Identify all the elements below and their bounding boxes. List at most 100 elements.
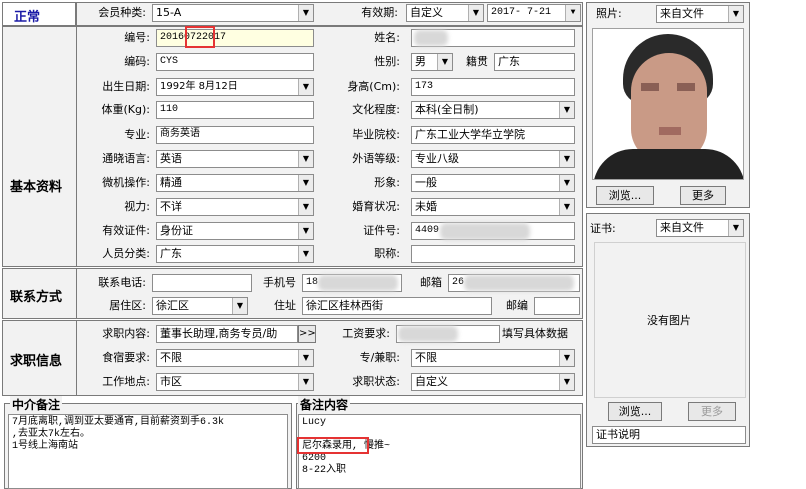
highlight-box: [297, 437, 369, 454]
gender-label: 性别:: [374, 55, 400, 68]
id-type-select[interactable]: 身份证 ▼: [156, 222, 314, 240]
parttime-select[interactable]: 不限 ▼: [411, 349, 575, 367]
location-select[interactable]: 市区 ▼: [156, 373, 314, 391]
food-select[interactable]: 不限 ▼: [156, 349, 314, 367]
phone-label: 联系电话:: [98, 276, 146, 289]
chevron-down-icon: ▼: [298, 374, 313, 390]
agency-note-textarea[interactable]: 7月底离职,调到亚太要通宵,目前薪资到手6.3k ,去亚太7k左右。 1号线上海…: [8, 414, 288, 489]
redaction: [440, 223, 530, 240]
divider: [76, 26, 77, 267]
gender-select[interactable]: 男 ▼: [411, 53, 453, 71]
highlight-box: [185, 26, 215, 48]
job-content-input[interactable]: 董事长助理,商务专员/助: [156, 325, 298, 343]
photo-browse-button[interactable]: 浏览...: [596, 186, 654, 205]
address-input[interactable]: 徐汇区桂林西街: [302, 297, 492, 315]
lang-level-label: 外语等级:: [352, 152, 400, 165]
member-type-select[interactable]: 15-A ▼: [152, 4, 314, 22]
education-select[interactable]: 本科(全日制) ▼: [411, 101, 575, 119]
computer-label: 微机操作:: [102, 176, 150, 189]
language-label: 通晓语言:: [102, 152, 150, 165]
photo-image: [592, 28, 744, 180]
validity-label: 有效期:: [361, 6, 398, 19]
phone-input[interactable]: [152, 274, 252, 292]
number-input[interactable]: 20160722017: [156, 29, 314, 47]
chevron-down-icon: ▼: [298, 246, 313, 262]
chevron-down-icon: ▼: [298, 5, 313, 21]
job-content-label: 求职内容:: [102, 327, 150, 340]
chevron-down-icon: ▼: [298, 350, 313, 366]
job-status-label: 求职状态:: [352, 375, 400, 388]
major-label: 专业:: [124, 128, 150, 141]
cert-description-input[interactable]: 证书说明: [592, 426, 746, 444]
chevron-down-icon: ▼: [728, 6, 743, 22]
language-select[interactable]: 英语 ▼: [156, 150, 314, 168]
vision-select[interactable]: 不详 ▼: [156, 198, 314, 216]
weight-input[interactable]: 110: [156, 101, 314, 119]
chevron-down-icon: ▼: [437, 54, 452, 70]
address-label: 住址: [274, 299, 296, 312]
parttime-label: 专/兼职:: [359, 351, 400, 364]
cert-empty-text: 没有图片: [647, 314, 691, 327]
cert-label: 证书:: [590, 222, 616, 235]
birth-select[interactable]: 1992年 8月12日 ▼: [156, 78, 314, 96]
location-label: 工作地点:: [102, 375, 150, 388]
education-label: 文化程度:: [352, 103, 400, 116]
school-input[interactable]: 广东工业大学华立学院: [411, 126, 575, 144]
photo-label: 照片:: [596, 7, 622, 20]
name-label: 姓名:: [374, 31, 400, 44]
zip-input[interactable]: [534, 297, 580, 315]
salary-label: 工资要求:: [342, 327, 390, 340]
photo-source-select[interactable]: 来自文件 ▼: [656, 5, 744, 23]
chevron-down-icon: ▼: [559, 374, 574, 390]
photo-more-button[interactable]: 更多: [680, 186, 726, 205]
birth-label: 出生日期:: [102, 80, 150, 93]
major-input[interactable]: 商务英语: [156, 126, 314, 144]
title-input[interactable]: [411, 245, 575, 263]
native-label: 籍贯: [466, 55, 488, 68]
image-select[interactable]: 一般 ▼: [411, 174, 575, 192]
marital-select[interactable]: 未婚 ▼: [411, 198, 575, 216]
member-type-label: 会员种类:: [98, 6, 146, 19]
remark-title: 备注内容: [298, 396, 351, 413]
vision-label: 视力:: [124, 200, 150, 213]
weight-label: 体重(Kg):: [101, 103, 151, 116]
native-input[interactable]: 广东: [494, 53, 575, 71]
image-label: 形象:: [374, 176, 400, 189]
cert-source-select[interactable]: 来自文件 ▼: [656, 219, 744, 237]
code-input[interactable]: CYS: [156, 53, 314, 71]
status-label: 正常: [14, 10, 41, 25]
redaction: [318, 275, 398, 291]
lang-level-select[interactable]: 专业八级 ▼: [411, 150, 575, 168]
id-type-label: 有效证件:: [102, 224, 150, 237]
height-input[interactable]: 173: [411, 78, 575, 96]
divider: [76, 320, 77, 396]
job-content-more-button[interactable]: >>: [298, 325, 316, 343]
divider: [76, 268, 77, 319]
category-label: 人员分类:: [102, 247, 150, 260]
number-label: 编号:: [124, 31, 150, 44]
job-status-select[interactable]: 自定义 ▼: [411, 373, 575, 391]
agency-note-title: 中介备注: [10, 396, 63, 413]
category-select[interactable]: 广东 ▼: [156, 245, 314, 263]
code-label: 编码:: [124, 55, 150, 68]
validity-date-select[interactable]: 2017- 7-21 ▼: [487, 4, 581, 22]
section-contact-label: 联系方式: [10, 290, 63, 305]
validity-select[interactable]: 自定义 ▼: [406, 4, 484, 22]
cert-more-button[interactable]: 更多: [688, 402, 736, 421]
id-no-label: 证件号:: [363, 224, 400, 237]
redaction: [464, 275, 574, 291]
school-label: 毕业院校:: [352, 128, 400, 141]
chevron-down-icon: ▼: [559, 350, 574, 366]
section-job-label: 求职信息: [10, 354, 63, 369]
redaction: [398, 326, 458, 342]
chevron-down-icon: ▼: [559, 102, 574, 118]
salary-hint: 填写具体数据: [502, 327, 568, 340]
height-label: 身高(Cm):: [347, 80, 400, 93]
chevron-down-icon: ▼: [298, 223, 313, 239]
district-select[interactable]: 徐汇区 ▼: [152, 297, 248, 315]
chevron-down-icon: ▼: [565, 5, 580, 21]
redaction: [414, 30, 448, 46]
cert-browse-button[interactable]: 浏览...: [608, 402, 662, 421]
computer-select[interactable]: 精通 ▼: [156, 174, 314, 192]
food-label: 食宿要求:: [102, 351, 150, 364]
